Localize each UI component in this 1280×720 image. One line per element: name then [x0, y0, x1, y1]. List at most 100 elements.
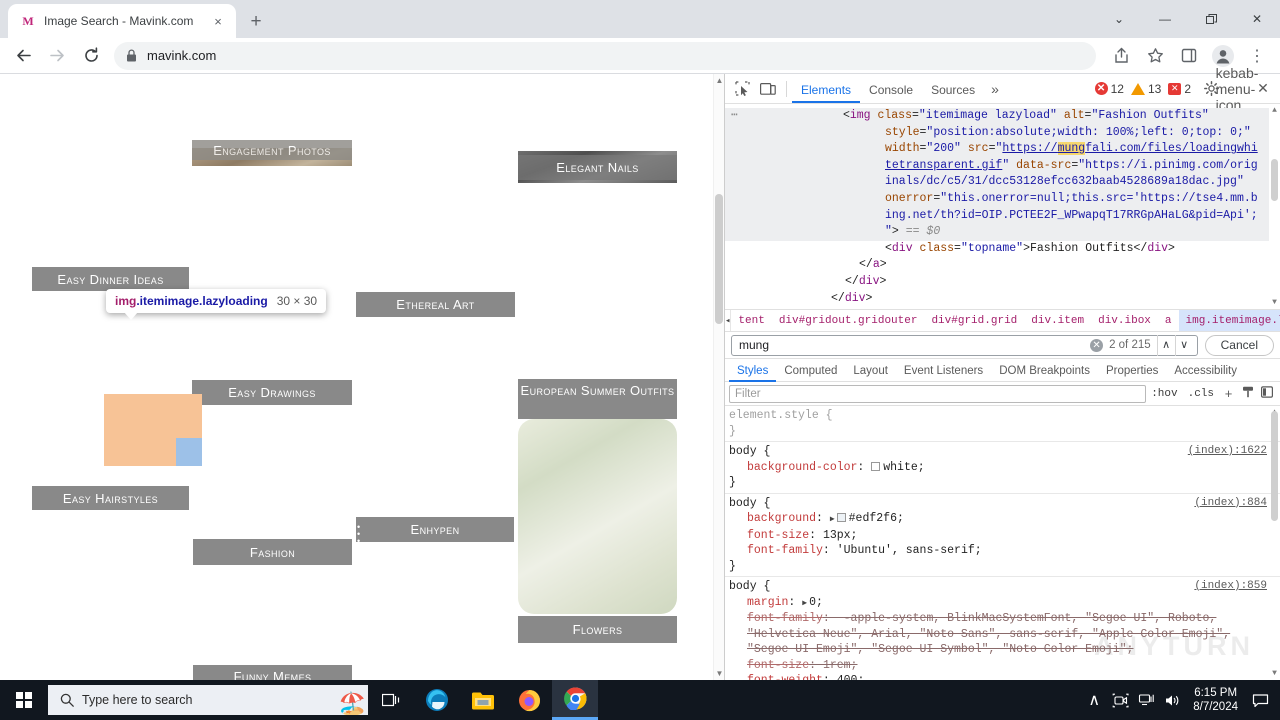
expand-arrow-icon[interactable]: ▶ [830, 515, 835, 524]
taskbar-clock[interactable]: 6:15 PM 8/7/2024 [1185, 686, 1246, 714]
tab-styles[interactable]: Styles [729, 359, 777, 382]
device-toolbar-icon[interactable] [755, 77, 781, 101]
star-icon[interactable] [1141, 42, 1169, 70]
close-devtools-icon[interactable]: ✕ [1250, 77, 1276, 101]
style-rule-source[interactable]: (index):859 [1194, 579, 1267, 595]
side-panel-icon[interactable] [1175, 42, 1203, 70]
pin-label[interactable]: Funny Memes [193, 665, 352, 680]
dom-node-row[interactable]: width="200" src="https://mungfali.com/fi… [725, 141, 1280, 158]
dom-node-row[interactable]: </div> [725, 291, 1280, 308]
styles-scrollbar-thumb[interactable] [1271, 411, 1278, 521]
style-rule[interactable]: body {(index):1622 background-color: whi… [725, 442, 1280, 494]
breadcrumb-item[interactable]: div.item [1024, 310, 1091, 331]
pin-label[interactable]: Easy Hairstyles [32, 486, 189, 510]
dom-scrollbar-thumb[interactable] [1271, 159, 1278, 201]
reload-icon[interactable] [77, 42, 105, 70]
dom-node-row[interactable]: ing.net/th?id=OIP.PCTEE2F_WPwapqT17RRGpA… [725, 207, 1280, 225]
dom-scroll-up-icon[interactable]: ▲ [1270, 106, 1279, 115]
breadcrumb-item[interactable]: div#gridout.gridouter [772, 310, 925, 331]
tab-layout[interactable]: Layout [845, 359, 896, 382]
breadcrumb-item[interactable]: a [1158, 310, 1179, 331]
style-declaration[interactable]: font-weight: 400; [729, 673, 1280, 680]
dom-node-row[interactable]: onerror="this.onerror=null;this.src='htt… [725, 190, 1280, 208]
more-tabs-icon[interactable]: » [984, 81, 1006, 97]
tab-search-chevron-icon[interactable]: ⌄ [1096, 3, 1142, 35]
dom-scroll-down-icon[interactable]: ▼ [1270, 298, 1279, 307]
clear-search-icon[interactable]: ✕ [1090, 338, 1104, 352]
search-next-button[interactable]: ∨ [1174, 334, 1193, 356]
pin-label[interactable]: European Summer Outfits [518, 379, 677, 419]
expand-arrow-icon[interactable]: ▶ [802, 599, 807, 608]
dom-tree[interactable]: ⋯ <img class="itemimage lazyload" alt="Fa… [725, 104, 1280, 309]
breadcrumb-item[interactable]: tent [731, 310, 771, 331]
tab-computed[interactable]: Computed [776, 359, 845, 382]
network-icon[interactable] [1133, 693, 1159, 708]
styles-scrollbar[interactable]: ▲ ▼ [1269, 406, 1280, 680]
tab-dom-breakpoints[interactable]: DOM Breakpoints [991, 359, 1098, 382]
pin-label[interactable]: Engagement Photos [192, 140, 352, 160]
scroll-down-arrow-icon[interactable]: ▼ [715, 669, 724, 678]
dom-node-row[interactable]: "> == $0 [725, 224, 1280, 241]
google-chrome-button[interactable] [552, 680, 598, 720]
new-tab-button[interactable]: + [242, 7, 270, 35]
style-declaration[interactable]: font-family: 'Ubuntu', sans-serif; [729, 543, 1280, 559]
new-style-rule-icon[interactable]: + [1219, 386, 1238, 401]
taskbar-search-box[interactable]: Type here to search 🏖️ [48, 685, 368, 715]
style-declaration-overridden[interactable]: font-size: 1rem; [729, 658, 1280, 674]
hover-state-button[interactable]: :hov [1146, 388, 1182, 400]
color-swatch[interactable] [871, 461, 881, 471]
pin-label[interactable]: Elegant Nails [518, 155, 677, 180]
show-hidden-icons-chevron[interactable]: ∧ [1081, 690, 1107, 710]
style-declaration[interactable]: background-color: white; [729, 460, 1280, 476]
dom-node-row[interactable]: </div> [725, 274, 1280, 291]
warning-count-badge[interactable]: 13 [1130, 82, 1161, 96]
pin-label[interactable]: Flowers [518, 616, 677, 643]
style-rule[interactable]: body {(index):859 margin: ▶ 0; font-famil… [725, 577, 1280, 680]
firefox-button[interactable] [506, 680, 552, 720]
style-rule-source[interactable]: (index):884 [1194, 496, 1267, 512]
page-scrollbar[interactable]: ▲ ▼ [713, 74, 724, 680]
print-media-icon[interactable] [1238, 386, 1257, 401]
start-button[interactable] [0, 680, 48, 720]
style-declaration[interactable]: background: ▶ #edf2f6; [729, 511, 1280, 528]
tab-accessibility[interactable]: Accessibility [1166, 359, 1245, 382]
dom-node-row[interactable]: ⋯ <img class="itemimage lazyload" alt="Fa… [725, 108, 1280, 125]
devtools-tab-console[interactable]: Console [860, 75, 922, 103]
notification-icon[interactable] [1246, 693, 1274, 708]
pin-label[interactable]: Easy Dinner Ideas [32, 267, 189, 291]
file-explorer-button[interactable] [460, 680, 506, 720]
back-icon[interactable] [9, 42, 37, 70]
style-declaration-overridden[interactable]: font-family: -apple-system, BlinkMacSyst… [729, 611, 1280, 658]
camera-icon[interactable] [1107, 693, 1133, 708]
style-rule-source[interactable]: (index):1622 [1188, 444, 1267, 460]
volume-icon[interactable] [1159, 693, 1185, 708]
toggle-sidebar-icon[interactable] [1257, 386, 1276, 401]
breadcrumb-item[interactable]: div.ibox [1091, 310, 1158, 331]
dom-node-row[interactable]: inals/dc/c5/31/dcc53128efcc632baab452868… [725, 174, 1280, 191]
pin-label[interactable]: Easy Drawings [192, 380, 352, 405]
breadcrumb-item[interactable]: div#grid.grid [924, 310, 1024, 331]
style-declaration[interactable]: margin: ▶ 0; [729, 595, 1280, 612]
dom-node-row[interactable]: tetransparent.gif" data-src="https://i.p… [725, 157, 1280, 175]
class-editor-button[interactable]: .cls [1183, 388, 1219, 400]
styles-filter-input[interactable]: Filter [729, 384, 1147, 403]
dom-node-row[interactable]: <div class="topname">Fashion Outfits</di… [725, 241, 1280, 258]
error-count-badge[interactable]: ✕ 12 [1094, 82, 1124, 96]
cancel-search-button[interactable]: Cancel [1204, 334, 1274, 356]
devtools-tab-elements[interactable]: Elements [792, 75, 861, 103]
style-declaration[interactable]: font-size: 13px; [729, 528, 1280, 544]
kebab-menu-icon[interactable]: kebab-menu-icon [1216, 65, 1259, 113]
message-count-badge[interactable]: ✕ 2 [1168, 82, 1191, 96]
microsoft-edge-button[interactable] [414, 680, 460, 720]
search-input[interactable]: mung [739, 338, 1090, 352]
close-tab-icon[interactable]: × [208, 11, 228, 31]
styles-scroll-down-icon[interactable]: ▼ [1270, 669, 1279, 678]
style-rule[interactable]: body {(index):884 background: ▶ #edf2f6; … [725, 494, 1280, 577]
task-view-button[interactable] [368, 680, 414, 720]
tab-event-listeners[interactable]: Event Listeners [896, 359, 991, 382]
tab-properties[interactable]: Properties [1098, 359, 1166, 382]
expand-ellipsis-icon[interactable]: ⋯ [731, 109, 739, 122]
styles-pane[interactable]: element.style { } body {(index):1622 bac… [725, 406, 1280, 680]
pin-label[interactable]: Ethereal Art [356, 292, 515, 317]
page-scrollbar-thumb[interactable] [715, 194, 723, 324]
